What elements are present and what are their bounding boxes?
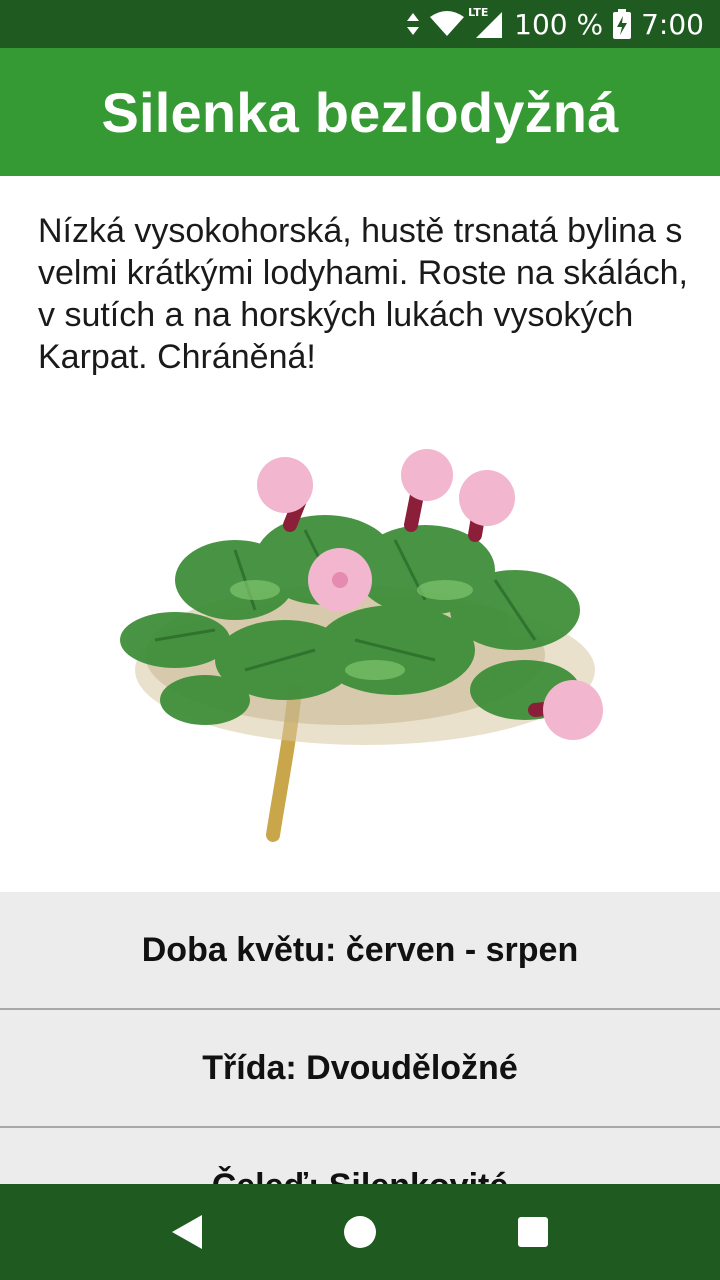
wifi-icon — [430, 11, 465, 37]
plant-description: Nízká vysokohorská, hustě trsnatá bylina… — [38, 212, 689, 376]
navigation-bar — [0, 1184, 720, 1280]
info-row-class: Třída: Dvouděložné — [0, 1010, 720, 1127]
app-bar: Silenka bezlodyžná — [0, 48, 720, 176]
page-title: Silenka bezlodyžná — [101, 80, 619, 144]
home-icon — [343, 1216, 376, 1248]
recents-icon — [518, 1217, 549, 1247]
network-type-label: LTE — [468, 6, 489, 19]
battery-percent: 100 % — [514, 7, 604, 41]
back-icon — [171, 1215, 202, 1249]
flowering-time-label: Doba květu: červen - srpen — [141, 931, 579, 969]
home-button[interactable] — [330, 1202, 390, 1262]
back-button[interactable] — [157, 1202, 217, 1262]
recents-button[interactable] — [503, 1202, 563, 1262]
battery-charging-icon — [613, 9, 632, 39]
info-row-flowering-time: Doba květu: červen - srpen — [0, 892, 720, 1009]
plant-illustration — [95, 440, 625, 850]
data-arrows-icon — [406, 12, 420, 36]
status-bar: LTE 100 % 7:00 — [0, 0, 720, 48]
class-label: Třída: Dvouděložné — [202, 1049, 518, 1087]
clock: 7:00 — [641, 7, 704, 41]
cell-signal-icon: LTE — [468, 6, 504, 38]
